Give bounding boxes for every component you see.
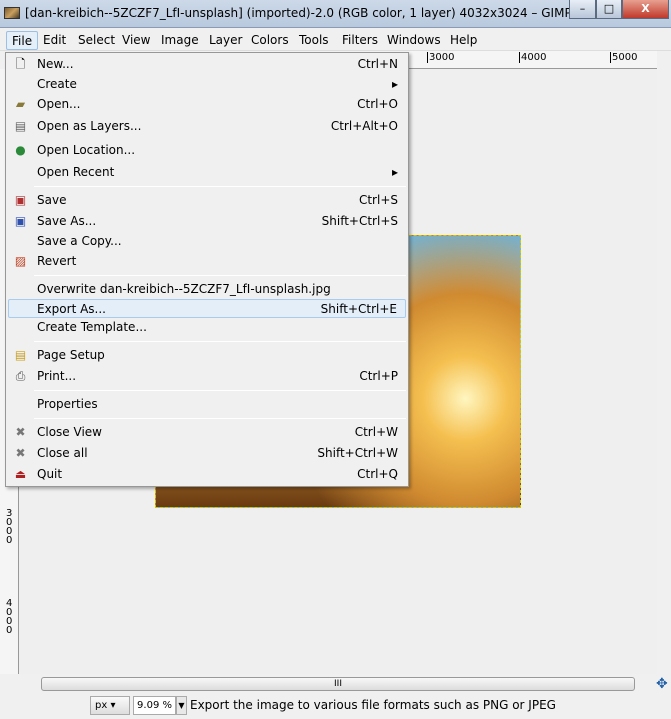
submenu-arrow-icon: ▸ (391, 77, 398, 91)
navigate-icon[interactable]: ✥ (656, 676, 668, 692)
ruler-label: 3000 (6, 508, 13, 546)
menu-select[interactable]: Select (73, 31, 120, 50)
menu-item-save-as[interactable]: ▣ Save As... Shift+Ctrl+S (8, 212, 406, 231)
menu-separator (34, 186, 406, 187)
menu-item-open[interactable]: ▰ Open... Ctrl+O (8, 95, 406, 114)
zoom-input[interactable]: 9.09 % (133, 696, 176, 715)
menu-windows[interactable]: Windows (382, 31, 446, 50)
menu-item-new[interactable]: 🗋 New... Ctrl+N (8, 55, 406, 74)
menu-separator (34, 341, 406, 342)
gimp-app-icon (4, 7, 20, 19)
menu-item-properties[interactable]: Properties (8, 395, 406, 414)
menu-filters[interactable]: Filters (337, 31, 383, 50)
window-title: [dan-kreibich--5ZCZF7_LfI-unsplash] (imp… (25, 6, 572, 20)
revert-icon: ▨ (14, 254, 27, 268)
menu-image[interactable]: Image (156, 31, 204, 50)
layers-icon: ▤ (14, 119, 27, 133)
ruler-label: 5000 (610, 52, 638, 63)
status-message: Export the image to various file formats… (190, 698, 556, 712)
vertical-scrollbar[interactable] (657, 51, 671, 674)
unit-selector[interactable]: px ▾ (90, 696, 130, 715)
menu-item-overwrite[interactable]: Overwrite dan-kreibich--5ZCZF7_LfI-unspl… (8, 280, 406, 299)
menu-item-quit[interactable]: ⏏ Quit Ctrl+Q (8, 465, 406, 484)
close-window-button[interactable]: X (622, 0, 669, 19)
save-icon: ▣ (14, 193, 27, 207)
menu-separator (34, 390, 406, 391)
globe-icon: ● (15, 143, 26, 157)
menu-item-save-copy[interactable]: Save a Copy... (8, 232, 406, 251)
menu-item-export-as[interactable]: Export As... Shift+Ctrl+E (8, 299, 406, 318)
menu-separator (34, 418, 406, 419)
menu-item-save[interactable]: ▣ Save Ctrl+S (8, 191, 406, 210)
menu-item-revert[interactable]: ▨ Revert (8, 252, 406, 271)
new-file-icon: 🗋 (15, 57, 26, 71)
menu-bar: File Edit Select View Image Layer Colors… (0, 28, 671, 51)
menu-tools[interactable]: Tools (294, 31, 334, 50)
zoom-dropdown-icon[interactable]: ▼ (176, 696, 187, 715)
printer-icon: ⎙ (15, 369, 26, 383)
menu-item-close-all[interactable]: ✖ Close all Shift+Ctrl+W (8, 444, 406, 463)
close-icon: ✖ (15, 425, 26, 439)
page-setup-icon: ▤ (14, 348, 27, 362)
quit-icon: ⏏ (14, 467, 27, 481)
menu-edit[interactable]: Edit (38, 31, 71, 50)
ruler-label: 3000 (427, 52, 455, 63)
menu-item-open-recent[interactable]: Open Recent ▸ (8, 163, 406, 182)
menu-layer[interactable]: Layer (204, 31, 247, 50)
ruler-label: 4000 (6, 598, 13, 636)
ruler-label: 4000 (519, 52, 547, 63)
status-bar: px ▾ 9.09 % ▼ Export the image to variou… (0, 693, 671, 719)
title-bar: [dan-kreibich--5ZCZF7_LfI-unsplash] (imp… (0, 0, 671, 28)
horizontal-scrollbar[interactable]: III (19, 676, 657, 692)
menu-colors[interactable]: Colors (246, 31, 294, 50)
menu-help[interactable]: Help (445, 31, 482, 50)
menu-item-create[interactable]: Create ▸ (8, 75, 406, 94)
menu-item-print[interactable]: ⎙ Print... Ctrl+P (8, 367, 406, 386)
menu-item-open-location[interactable]: ● Open Location... (8, 141, 406, 160)
submenu-arrow-icon: ▸ (391, 165, 398, 179)
menu-item-open-as-layers[interactable]: ▤ Open as Layers... Ctrl+Alt+O (8, 117, 406, 136)
menu-item-create-template[interactable]: Create Template... (8, 318, 406, 337)
folder-open-icon: ▰ (15, 97, 26, 111)
save-as-icon: ▣ (14, 214, 27, 228)
menu-item-page-setup[interactable]: ▤ Page Setup (8, 346, 406, 365)
menu-file[interactable]: File (6, 31, 39, 50)
close-all-icon: ✖ (15, 446, 26, 460)
menu-view[interactable]: View (117, 31, 155, 50)
file-menu: 🗋 New... Ctrl+N Create ▸ ▰ Open... Ctrl+O ▤ Op… (5, 52, 409, 487)
maximize-button[interactable]: □ (596, 0, 622, 19)
menu-item-close-view[interactable]: ✖ Close View Ctrl+W (8, 423, 406, 442)
minimize-button[interactable]: – (569, 0, 596, 19)
menu-separator (34, 275, 406, 276)
scrollbar-thumb[interactable]: III (41, 677, 635, 691)
